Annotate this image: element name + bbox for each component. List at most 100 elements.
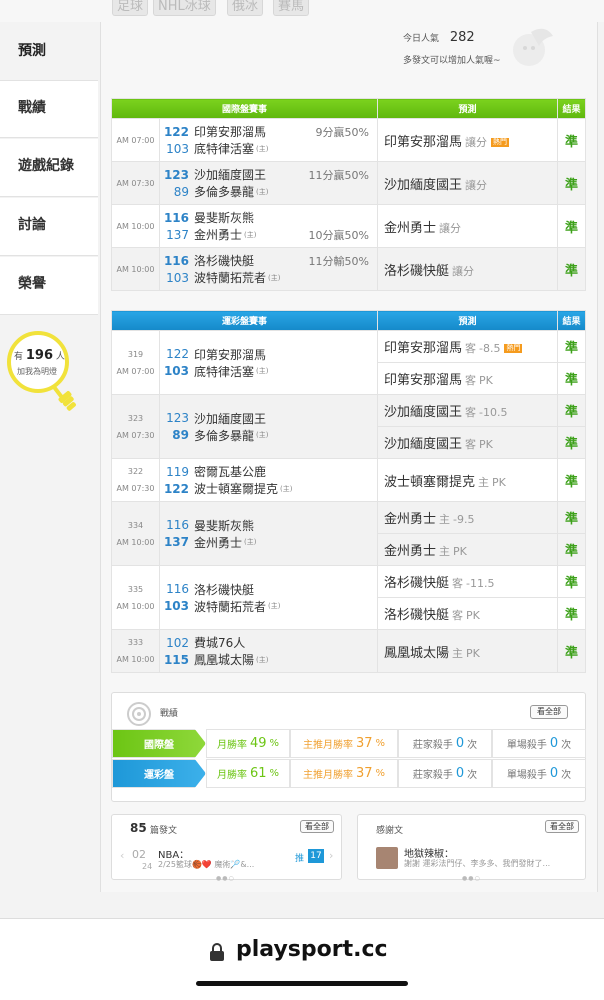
prediction-type: 讓分 (465, 135, 488, 149)
single-killer-label: 單場殺手 (506, 740, 547, 751)
prediction-cell: 印第安那溜馬客 -8.5 熱門 (377, 330, 558, 363)
home-team[interactable]: 金州勇士 (194, 534, 242, 551)
home-team[interactable]: 鳳凰城太陽 (194, 651, 254, 668)
category-tab-horse[interactable]: 賽馬 (273, 0, 310, 16)
avatar[interactable] (376, 847, 398, 869)
chevron-left-icon[interactable]: ‹ (120, 849, 124, 862)
away-line: 123 沙加緬度國王 (163, 410, 377, 427)
result-badge: 準 (557, 161, 586, 205)
record-view-all-button[interactable]: 看全部 (530, 705, 568, 719)
thanks-snippet[interactable]: 謝謝 運彩法門仔、李多多、我們發財了... (404, 858, 550, 869)
browser-address-bar[interactable]: playsport.cc (0, 918, 604, 1000)
home-number: 89 (172, 428, 189, 442)
away-number: 122 (166, 347, 189, 361)
banker-killer-value: 0 (455, 766, 465, 781)
sidebar-item-game-history[interactable]: 遊戲紀錄 (0, 139, 98, 197)
prediction-line: -11.5 (466, 577, 495, 590)
prediction-line: PK (466, 646, 480, 660)
away-team[interactable]: 密爾瓦基公鹿 (194, 463, 266, 480)
away-line: 122 印第安那溜馬 9分贏50% (163, 123, 377, 140)
banker-killer-unit: 次 (467, 770, 478, 781)
sidebar-item-record[interactable]: 戰績 (0, 80, 98, 138)
article-post-snippet[interactable]: 2/25籃球🏀❤️ 魔術🏸&... (158, 859, 254, 870)
home-number: 122 (163, 481, 189, 496)
month-win-rate-value: 49 (249, 736, 267, 751)
home-line: 89 多倫多暴龍 (主) (163, 427, 377, 444)
home-team[interactable]: 金州勇士 (194, 226, 242, 243)
home-team[interactable]: 底特律活塞 (194, 140, 254, 157)
lottery-header-result: 結果 (557, 310, 586, 331)
prediction-cell: 印第安那溜馬 讓分 熱門 (377, 118, 558, 162)
away-line: 122 印第安那溜馬 (163, 346, 377, 363)
pager-dots: ●●○ (462, 875, 481, 882)
home-team[interactable]: 波士頓塞爾提克 (194, 480, 278, 497)
away-line: 116 洛杉磯快艇 (163, 581, 377, 598)
home-team[interactable]: 波特蘭拓荒者 (194, 269, 266, 286)
away-line: 119 密爾瓦基公鹿 (163, 463, 377, 480)
game-time-cell: 322 AM 07:30 (111, 458, 160, 502)
home-team[interactable]: 底特律活塞 (194, 363, 254, 380)
prediction-team: 洛杉磯快艇 (384, 576, 450, 591)
month-win-rate-unit: % (269, 768, 280, 779)
push-label: 推 (295, 854, 305, 864)
prediction-team: 洛杉磯快艇 (384, 263, 450, 279)
main-pick-win-rate-label: 主推月勝率 (302, 740, 353, 751)
away-team[interactable]: 洛杉磯快艇 (194, 581, 254, 598)
prediction-team: 鳳凰城太陽 (384, 645, 450, 661)
home-team[interactable]: 多倫多暴龍 (194, 427, 254, 444)
month-win-rate: 月勝率 49% (206, 729, 290, 758)
prediction-line: -9.5 (453, 513, 475, 526)
month-win-rate-unit: % (269, 738, 280, 749)
category-tab-khl[interactable]: 俄冰 (227, 0, 264, 16)
home-tag: (主) (244, 538, 257, 546)
home-line: 103 底特律活塞 (主) (163, 363, 377, 380)
game-time: AM 07:00 (116, 135, 155, 145)
home-number: 137 (163, 535, 189, 549)
away-team[interactable]: 費城76人 (194, 634, 245, 651)
table-row: 319 AM 07:00 122 印第安那溜馬 103 底特律活塞 (主) 印第安那溜馬客 -8… (111, 330, 586, 395)
thanks-title: 感謝文 (376, 826, 404, 836)
banker-killer-label: 莊家殺手 (412, 740, 453, 751)
home-team[interactable]: 多倫多暴龍 (194, 183, 254, 200)
away-team[interactable]: 洛杉磯快艇 (194, 252, 254, 269)
result-badge: 準 (557, 204, 586, 248)
away-team[interactable]: 印第安那溜馬 (194, 346, 266, 363)
category-tab-soccer[interactable]: 足球 (112, 0, 149, 16)
home-line: 89 多倫多暴龍 (主) (163, 183, 377, 200)
category-tab-nhl[interactable]: NHL冰球 (153, 0, 216, 16)
sidebar-item-discussion[interactable]: 討論 (0, 198, 98, 256)
sidebar-item-honor[interactable]: 榮譽 (0, 257, 98, 315)
away-line: 116 曼斐斯灰熊 (163, 517, 377, 534)
game-time: AM 10:00 (116, 537, 155, 547)
lottery-header-games: 運彩盤賽事 (111, 310, 378, 331)
articles-panel: 85 篇發文 看全部 ‹ 02 24 NBA： 2/25籃球🏀❤️ 魔術🏸&..… (111, 814, 342, 882)
prediction-team: 洛杉磯快艇 (384, 608, 450, 623)
popularity-label: 今日人氣 (403, 34, 440, 44)
away-team[interactable]: 沙加緬度國王 (194, 166, 266, 183)
prediction-type: 讓分 (465, 178, 488, 192)
follow-lightbulb[interactable]: 有 196 人 加我為明燈 (2, 330, 86, 412)
away-team[interactable]: 沙加緬度國王 (194, 410, 266, 427)
away-team[interactable]: 曼斐斯灰熊 (194, 209, 254, 226)
away-team[interactable]: 曼斐斯灰熊 (194, 517, 254, 534)
thanks-view-all-button[interactable]: 看全部 (545, 820, 579, 833)
table-row: AM 07:30 123 沙加緬度國王 11分贏50% 89 多倫多暴龍 (主) 沙加緬度國王… (111, 161, 586, 205)
popularity-count: 282 (449, 30, 475, 45)
matchup-cell: 119 密爾瓦基公鹿 122 波士頓塞爾提克 (主) (159, 458, 378, 502)
home-line: 137 金州勇士 (主) 10分贏50% (163, 226, 377, 243)
chevron-right-icon[interactable]: › (329, 849, 333, 862)
away-line: 116 曼斐斯灰熊 (163, 209, 377, 226)
url-domain[interactable]: playsport.cc (236, 937, 388, 962)
articles-view-all-button[interactable]: 看全部 (300, 820, 334, 833)
away-team[interactable]: 印第安那溜馬 (194, 123, 266, 140)
prediction-cell: 鳳凰城太陽主 PK (377, 629, 558, 673)
prediction-side: 客 (465, 406, 477, 419)
sidebar-item-prediction[interactable]: 預測 (0, 24, 98, 80)
follow-cta[interactable]: 加我為明燈 (17, 366, 57, 377)
home-indicator[interactable] (196, 981, 408, 986)
game-id: 323 (127, 413, 144, 423)
home-team[interactable]: 波特蘭拓荒者 (194, 598, 266, 615)
result-badge: 準 (557, 330, 586, 363)
table-row: 323 AM 07:30 123 沙加緬度國王 89 多倫多暴龍 (主) 沙加緬度國王客 -10… (111, 394, 586, 459)
target-icon (127, 702, 151, 726)
